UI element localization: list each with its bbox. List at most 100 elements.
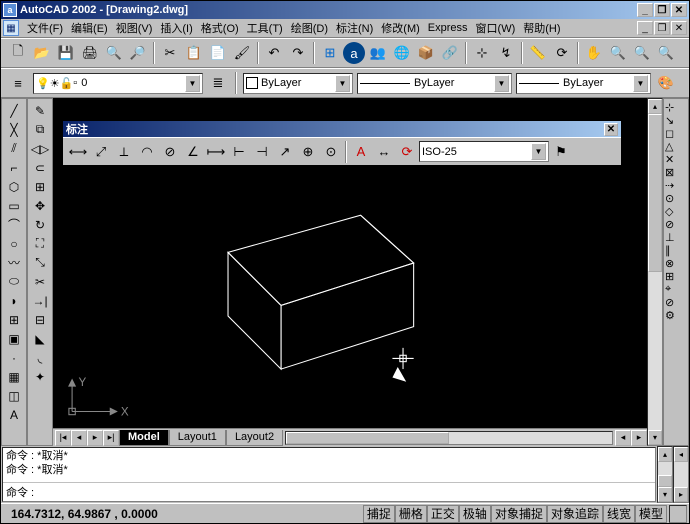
undo-icon[interactable]: ↶	[263, 42, 285, 64]
dimcenter-icon[interactable]: ⊙	[320, 141, 342, 163]
doc-close-button[interactable]: ✕	[671, 21, 687, 35]
new-icon[interactable]: 🗋	[7, 42, 29, 64]
nearest-icon[interactable]: ⌖	[665, 283, 687, 296]
hyperlink-icon[interactable]: 🔗	[439, 42, 461, 64]
meetnow-icon[interactable]: 👥	[367, 42, 389, 64]
fillet-icon[interactable]: ◟	[29, 348, 51, 367]
circle-icon[interactable]: ○	[3, 234, 25, 253]
break-icon[interactable]: ⊟	[29, 310, 51, 329]
status-polar[interactable]: 极轴	[459, 505, 491, 523]
insert-icon[interactable]: ⊞	[3, 310, 25, 329]
xline-icon[interactable]: ╳	[3, 120, 25, 139]
tab-next-icon[interactable]: ▸	[87, 430, 103, 446]
preview-icon[interactable]: 🔍	[103, 42, 125, 64]
tab-scrollbar[interactable]	[285, 431, 613, 445]
intersect-icon[interactable]: ✕	[665, 153, 687, 166]
vertical-scrollbar[interactable]: ▴ ▾	[647, 98, 663, 446]
linetype-dropdown[interactable]: ByLayer ▼	[357, 73, 512, 94]
color-dropdown[interactable]: ByLayer ▼	[243, 73, 353, 94]
stretch-icon[interactable]: ⤡	[29, 253, 51, 272]
zoomwin-icon[interactable]: 🔍	[655, 42, 677, 64]
cmd-scroll-left-icon[interactable]: ◂	[674, 447, 688, 462]
from-icon[interactable]: ↘	[665, 114, 687, 127]
tab-layout1[interactable]: Layout1	[169, 430, 226, 446]
explode-icon[interactable]: ✦	[29, 367, 51, 386]
cut-icon[interactable]: ✂	[159, 42, 181, 64]
osettings-icon[interactable]: ⚙	[665, 309, 687, 322]
point-icon[interactable]: ·	[3, 348, 25, 367]
menu-tools[interactable]: 工具(T)	[243, 19, 287, 37]
restore-button[interactable]: ❐	[654, 3, 670, 17]
qdim-icon[interactable]: ⟼	[205, 141, 227, 163]
layerprev-icon[interactable]: ≣	[207, 72, 229, 94]
menu-window[interactable]: 窗口(W)	[472, 19, 520, 37]
array-icon[interactable]: ⊞	[29, 177, 51, 196]
mtext-icon[interactable]: A	[3, 405, 25, 424]
extension-icon[interactable]: ⇢	[665, 179, 687, 192]
chamfer-icon[interactable]: ◣	[29, 329, 51, 348]
status-osnap[interactable]: 对象捕捉	[491, 505, 547, 523]
line-icon[interactable]: ╱	[3, 101, 25, 120]
print-icon[interactable]: 🖨	[79, 42, 101, 64]
rotate-icon[interactable]: ↻	[29, 215, 51, 234]
tempsnap-icon[interactable]: ⊹	[665, 101, 687, 114]
dimlinear-icon[interactable]: ⟷	[67, 141, 89, 163]
tab-prev-icon[interactable]: ◂	[71, 430, 87, 446]
dimstyle-icon[interactable]: ⚑	[550, 141, 572, 163]
menu-view[interactable]: 视图(V)	[112, 19, 157, 37]
scroll-right-icon[interactable]: ▸	[631, 430, 647, 446]
insert2-icon[interactable]: ⊞	[665, 270, 687, 283]
parallel-icon[interactable]: ∥	[665, 244, 687, 257]
float-close-icon[interactable]: ✕	[604, 123, 618, 136]
center-icon[interactable]: ⊙	[665, 192, 687, 205]
tab-last-icon[interactable]: ▸|	[103, 430, 119, 446]
tab-first-icon[interactable]: |◂	[55, 430, 71, 446]
doc-icon[interactable]: ▦	[3, 20, 19, 36]
arc-icon[interactable]: ⌒	[3, 215, 25, 234]
mline-icon[interactable]: ⫽	[3, 139, 25, 158]
dimcontinue-icon[interactable]: ⊣	[251, 141, 273, 163]
midpoint-icon[interactable]: △	[665, 140, 687, 153]
dimbaseline-icon[interactable]: ⊢	[228, 141, 250, 163]
region-icon[interactable]: ◫	[3, 386, 25, 405]
dimordinate-icon[interactable]: ⟂	[113, 141, 135, 163]
tab-layout2[interactable]: Layout2	[226, 430, 283, 446]
ucs-icon[interactable]: ↯	[495, 42, 517, 64]
endpoint-icon[interactable]: ◻	[665, 127, 687, 140]
paste-icon[interactable]: 📄	[207, 42, 229, 64]
erase-icon[interactable]: ✎	[29, 101, 51, 120]
dimaligned-icon[interactable]: ⤢	[90, 141, 112, 163]
extend-icon[interactable]: →|	[29, 291, 51, 310]
dimstyle-dropdown[interactable]: ISO-25 ▼	[419, 141, 549, 162]
status-lwt[interactable]: 线宽	[603, 505, 635, 523]
chevron-down-icon[interactable]: ▼	[335, 75, 350, 92]
pan-icon[interactable]: ✋	[583, 42, 605, 64]
mirror-icon[interactable]: ◁▷	[29, 139, 51, 158]
publish-icon[interactable]: 🌐	[391, 42, 413, 64]
redo-icon[interactable]: ↷	[287, 42, 309, 64]
matchprop-icon[interactable]: 🖌	[231, 42, 253, 64]
pline-icon[interactable]: ⌐	[3, 158, 25, 177]
rectangle-icon[interactable]: ▭	[3, 196, 25, 215]
open-icon[interactable]: 📂	[31, 42, 53, 64]
block-icon[interactable]: ▣	[3, 329, 25, 348]
quadrant-icon[interactable]: ◇	[665, 205, 687, 218]
plotstyle-icon[interactable]: 🎨	[655, 72, 677, 94]
command-input[interactable]	[34, 484, 652, 500]
spline-icon[interactable]: 〰	[3, 253, 25, 272]
ellipse-icon[interactable]: ⬭	[3, 272, 25, 291]
zoom-icon[interactable]: 🔍	[607, 42, 629, 64]
status-snap[interactable]: 捕捉	[363, 505, 395, 523]
menu-file[interactable]: 文件(F)	[23, 19, 67, 37]
save-icon[interactable]: 💾	[55, 42, 77, 64]
tangent-icon[interactable]: ⊘	[665, 218, 687, 231]
menu-help[interactable]: 帮助(H)	[519, 19, 564, 37]
qleader-icon[interactable]: ↗	[274, 141, 296, 163]
chevron-down-icon[interactable]: ▼	[185, 75, 200, 92]
menu-edit[interactable]: 编辑(E)	[67, 19, 112, 37]
perp-icon[interactable]: ⊥	[665, 231, 687, 244]
menu-draw[interactable]: 绘图(D)	[287, 19, 332, 37]
dist-icon[interactable]: 📏	[527, 42, 549, 64]
etransmit-icon[interactable]: 📦	[415, 42, 437, 64]
menu-format[interactable]: 格式(O)	[197, 19, 243, 37]
